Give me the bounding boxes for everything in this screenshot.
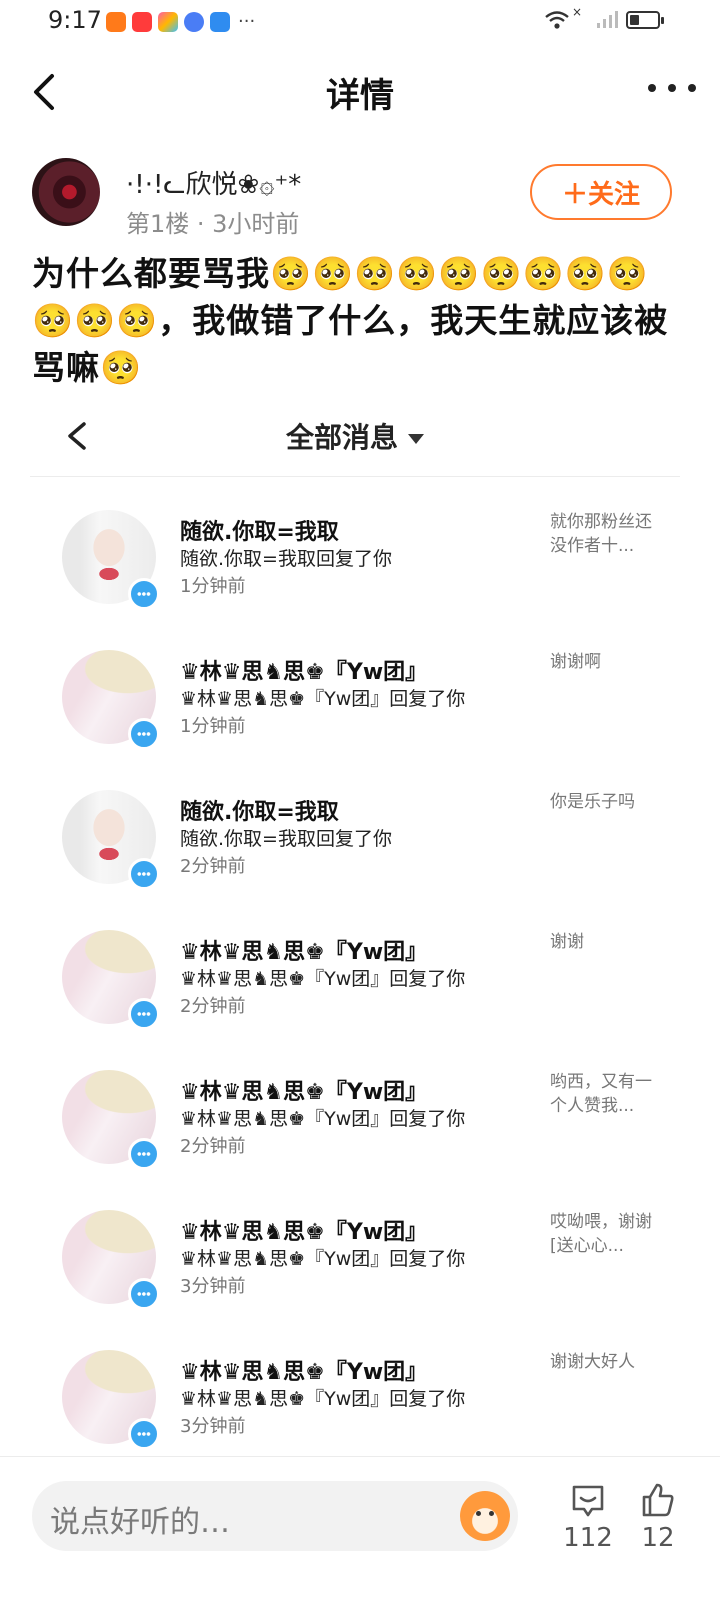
colorful-app-icon	[158, 11, 178, 32]
more-dots-icon[interactable]	[648, 70, 696, 106]
message-sender: ♛林♛思♞思♚『Yw团』	[180, 1080, 428, 1105]
post-text: 为什么都要骂我🥺🥺🥺🥺🥺🥺🥺🥺🥺🥺🥺🥺，我做错了什么，我天生就应该被骂嘛🥺	[32, 254, 669, 387]
avatar[interactable]	[32, 158, 100, 226]
message-badge-icon	[128, 578, 160, 610]
follow-button[interactable]: ＋关注	[530, 164, 672, 220]
like-button[interactable]: 12	[628, 1481, 688, 1553]
caret-down-icon	[408, 434, 424, 444]
message-summary: 随欲.你取=我取回复了你	[180, 548, 392, 570]
message-sender: ♛林♛思♞思♚『Yw团』	[180, 1360, 428, 1385]
battery-icon	[626, 11, 664, 29]
message-row: 随欲.你取=我取随欲.你取=我取回复了你 2分钟前 你是乐子吗	[30, 780, 690, 920]
message-badge-icon	[128, 1278, 160, 1310]
notification-icons: ···	[106, 11, 255, 32]
message-summary: ♛林♛思♞思♚『Yw团』回复了你	[180, 968, 466, 990]
like-count: 12	[641, 1523, 675, 1553]
signal-icon	[597, 11, 618, 28]
message-time: 3分钟前	[180, 1276, 246, 1297]
message-sender: ♛林♛思♞思♚『Yw团』	[180, 660, 428, 685]
bottom-bar: 说点好听的… 112 12	[0, 1456, 720, 1601]
weather-app-icon	[210, 11, 230, 32]
message-preview: 你是乐子吗	[550, 792, 635, 812]
post-meta: 第1楼 · 3小时前	[126, 210, 300, 238]
message-preview: 哟西，又有一个人赞我...	[550, 1072, 652, 1116]
message-preview: 谢谢大好人	[550, 1352, 635, 1372]
message-row: ♛林♛思♞思♚『Yw团』 ♛林♛思♞思♚『Yw团』回复了你 3分钟前 哎呦喂，谢谢[送…	[30, 1200, 690, 1340]
message-preview: 哎呦喂，谢谢[送心心...	[550, 1212, 652, 1256]
message-time: 3分钟前	[180, 1416, 246, 1437]
comment-count: 112	[563, 1523, 613, 1553]
message-time: 2分钟前	[180, 996, 246, 1017]
comment-input[interactable]: 说点好听的…	[32, 1481, 518, 1551]
shopping-app-icon	[132, 11, 152, 32]
message-time: 2分钟前	[180, 1136, 246, 1157]
comment-button[interactable]: 112	[558, 1481, 618, 1553]
mascot-icon[interactable]	[460, 1491, 510, 1541]
top-nav: 详情	[0, 52, 720, 132]
status-bar: 9:17 ··· ×	[0, 0, 720, 44]
message-badge-icon	[128, 1418, 160, 1450]
message-row: ♛林♛思♞思♚『Yw团』 ♛林♛思♞思♚『Yw团』回复了你 2分钟前 谢谢	[30, 920, 690, 1060]
thumbs-up-icon	[642, 1483, 674, 1517]
message-summary: ♛林♛思♞思♚『Yw团』回复了你	[180, 688, 466, 710]
message-sender: 随欲.你取=我取	[180, 800, 339, 825]
browser-app-icon	[184, 11, 204, 32]
system-indicators: ×	[544, 5, 664, 30]
message-badge-icon	[128, 998, 160, 1030]
more-notifications-icon: ···	[238, 11, 256, 32]
embedded-title-text: 全部消息	[285, 421, 398, 454]
comment-icon	[572, 1485, 604, 1517]
message-time: 2分钟前	[180, 856, 246, 877]
message-summary: ♛林♛思♞思♚『Yw团』回复了你	[180, 1108, 466, 1130]
embedded-screenshot: 全部消息 随欲.你取=我取 随欲.你取=我取回复了你 1分钟前 就你那粉丝还没作者十.…	[30, 400, 690, 1450]
clock: 9:17	[48, 6, 102, 34]
message-badge-icon	[128, 718, 160, 750]
message-badge-icon	[128, 1138, 160, 1170]
message-sender: 随欲.你取=我取	[180, 520, 339, 545]
message-badge-icon	[128, 858, 160, 890]
video-app-icon	[106, 11, 126, 32]
message-preview: 谢谢啊	[550, 652, 601, 672]
message-row: ♛林♛思♞思♚『Yw团』 ♛林♛思♞思♚『Yw团』回复了你 1分钟前 谢谢啊	[30, 640, 690, 780]
page-title: 详情	[326, 76, 394, 116]
message-time: 1分钟前	[180, 576, 246, 597]
message-sender: ♛林♛思♞思♚『Yw团』	[180, 1220, 428, 1245]
message-summary: ♛林♛思♞思♚『Yw团』回复了你	[180, 1248, 466, 1270]
message-row: ♛林♛思♞思♚『Yw团』 ♛林♛思♞思♚『Yw团』回复了你 2分钟前 哟西，又有一个人…	[30, 1060, 690, 1200]
message-sender: ♛林♛思♞思♚『Yw团』	[180, 940, 428, 965]
message-summary: ♛林♛思♞思♚『Yw团』回复了你	[180, 1388, 466, 1410]
message-row: 随欲.你取=我取随欲.你取=我取回复了你 1分钟前 就你那粉丝还没作者十...	[30, 500, 690, 640]
message-summary: 随欲.你取=我取回复了你	[180, 828, 392, 850]
message-time: 1分钟前	[180, 716, 246, 737]
wifi-icon	[545, 11, 569, 29]
message-preview: 就你那粉丝还没作者十...	[550, 512, 652, 556]
comment-placeholder: 说点好听的…	[50, 1505, 230, 1540]
embedded-header: 全部消息	[30, 400, 680, 477]
battery-level	[630, 15, 639, 25]
embedded-title: 全部消息	[30, 416, 680, 456]
post-author: ·!·!ᓚ欣悦❀۞⁺* 第1楼 · 3小时前 ＋关注	[32, 150, 688, 240]
no-sim-mark: ×	[571, 5, 582, 19]
message-preview: 谢谢	[550, 932, 584, 952]
author-name[interactable]: ·!·!ᓚ欣悦❀۞⁺*	[126, 164, 301, 201]
